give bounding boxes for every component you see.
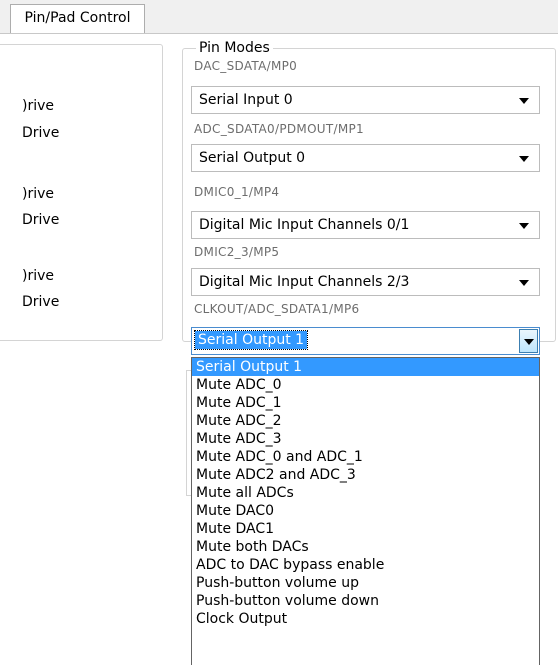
chevron-down-icon xyxy=(519,223,529,229)
chevron-down-icon xyxy=(519,98,529,104)
mp1-mode-value: Serial Output 0 xyxy=(199,150,306,166)
drive-label: Drive xyxy=(22,212,60,228)
mp6-dropdown-list: Serial Output 1 Mute ADC_0 Mute ADC_1 Mu… xyxy=(191,357,540,665)
tab-pin-pad-control[interactable]: Pin/Pad Control xyxy=(10,4,145,33)
chevron-down-icon xyxy=(519,280,529,286)
dropdown-option[interactable]: Mute ADC_3 xyxy=(192,430,539,448)
mp1-mode-select[interactable]: Serial Output 0 xyxy=(191,144,540,172)
dropdown-button[interactable] xyxy=(519,329,538,353)
dropdown-option[interactable]: ADC to DAC bypass enable xyxy=(192,556,539,574)
mp6-mode-select[interactable]: Serial Output 1 xyxy=(191,327,540,355)
dropdown-option[interactable]: Mute all ADCs xyxy=(192,484,539,502)
pin-label-mp0: DAC_SDATA/MP0 xyxy=(194,59,298,73)
chevron-down-icon xyxy=(519,156,529,162)
pin-label-mp6: CLKOUT/ADC_SDATA1/MP6 xyxy=(194,302,360,316)
drive-label: )rive xyxy=(22,186,55,202)
dropdown-option[interactable]: Mute both DACs xyxy=(192,538,539,556)
mp4-mode-select[interactable]: Digital Mic Input Channels 0/1 xyxy=(191,211,540,239)
dropdown-option[interactable]: Mute ADC_0 and ADC_1 xyxy=(192,448,539,466)
pin-label-mp4: DMIC0_1/MP4 xyxy=(194,185,280,199)
mp0-mode-select[interactable]: Serial Input 0 xyxy=(191,86,540,114)
dropdown-option[interactable]: Mute DAC1 xyxy=(192,520,539,538)
dropdown-option[interactable]: Mute ADC_0 xyxy=(192,376,539,394)
mp0-mode-value: Serial Input 0 xyxy=(199,92,293,108)
drive-label: Drive xyxy=(22,294,60,310)
dropdown-option[interactable]: Push-button volume up xyxy=(192,574,539,592)
dropdown-option[interactable]: Mute ADC_2 xyxy=(192,412,539,430)
mp4-mode-value: Digital Mic Input Channels 0/1 xyxy=(199,217,410,233)
drive-label: )rive xyxy=(22,268,55,284)
left-group-box: )rive Drive )rive Drive )rive Drive xyxy=(0,44,163,341)
drive-label: Drive xyxy=(22,125,60,141)
dropdown-option[interactable]: Mute DAC0 xyxy=(192,502,539,520)
dropdown-option[interactable]: Mute ADC_1 xyxy=(192,394,539,412)
tab-strip: Pin/Pad Control xyxy=(0,0,558,34)
pin-label-mp5: DMIC2_3/MP5 xyxy=(194,245,280,259)
drive-label: )rive xyxy=(22,98,55,114)
mp5-mode-value: Digital Mic Input Channels 2/3 xyxy=(199,274,410,290)
dropdown-option[interactable]: Serial Output 1 xyxy=(192,358,539,376)
dropdown-option[interactable]: Push-button volume down xyxy=(192,592,539,610)
chevron-down-icon xyxy=(524,339,534,345)
dropdown-option[interactable]: Clock Output xyxy=(192,610,539,628)
pin-modes-legend: Pin Modes xyxy=(196,40,273,56)
mp6-mode-value: Serial Output 1 xyxy=(193,330,309,350)
mp5-mode-select[interactable]: Digital Mic Input Channels 2/3 xyxy=(191,268,540,296)
pin-label-mp1: ADC_SDATA0/PDMOUT/MP1 xyxy=(194,122,364,136)
dropdown-option[interactable]: Mute ADC2 and ADC_3 xyxy=(192,466,539,484)
